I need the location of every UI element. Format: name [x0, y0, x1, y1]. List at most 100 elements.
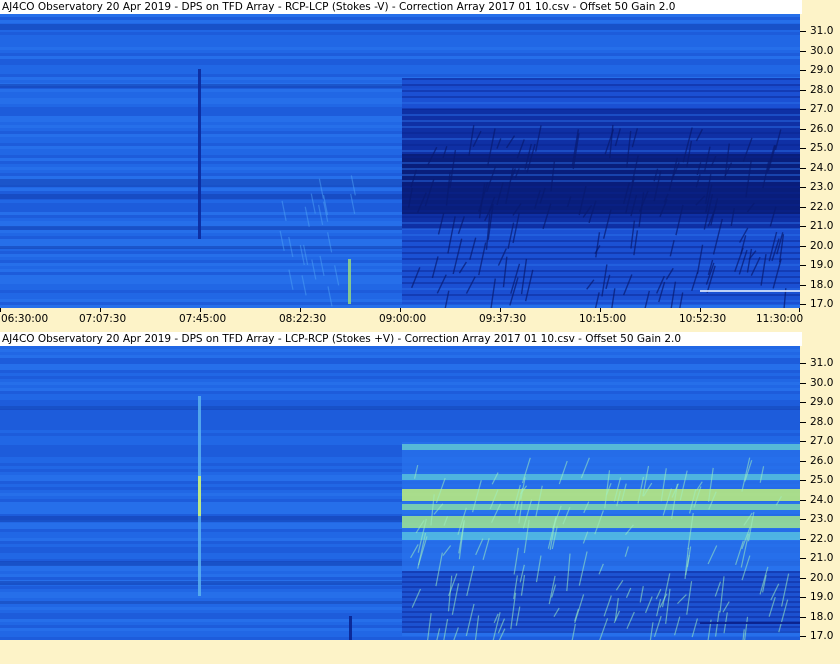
spectro-row: [0, 14, 800, 17]
active-row: [402, 90, 800, 92]
freq-tick: [800, 187, 806, 188]
spectro-row: [0, 403, 800, 406]
freq-label: 25.0: [810, 474, 834, 486]
bottom-spectrogram-image: [0, 346, 800, 640]
spectro-row: [0, 47, 800, 50]
freq-label: 28.0: [810, 83, 834, 96]
active-row: [402, 294, 800, 296]
freq-tick: [800, 363, 806, 364]
spectro-row: [0, 415, 800, 418]
spectro-row: [0, 394, 800, 397]
freq-tick: [800, 109, 806, 110]
time-label: 09:00:00: [379, 313, 427, 325]
bottom-panel-title: AJ4CO Observatory 20 Apr 2019 - DPS on T…: [0, 332, 802, 346]
freq-tick: [800, 206, 806, 208]
top-spectrogram[interactable]: [0, 14, 800, 308]
freq-tick: [800, 70, 806, 71]
freq-tick: [800, 284, 806, 286]
freq-tick: [800, 636, 806, 637]
freq-label: 28.0: [810, 415, 834, 428]
top-panel-title: AJ4CO Observatory 20 Apr 2019 - DPS on T…: [0, 0, 802, 14]
spectro-row: [0, 418, 800, 421]
freq-tick: [800, 558, 806, 559]
spectro-row: [0, 376, 800, 379]
active-bright-band: [402, 444, 800, 450]
spectro-row: [0, 385, 800, 388]
active-row: [402, 126, 800, 128]
freq-label: 18.0: [810, 610, 834, 623]
freq-label: 30.0: [810, 376, 834, 389]
active-row: [402, 96, 800, 98]
spectro-trace: [700, 622, 800, 624]
spectro-row: [0, 17, 800, 20]
spectro-row: [0, 436, 800, 439]
spectro-row: [0, 379, 800, 382]
active-row: [402, 586, 800, 588]
active-row: [402, 601, 800, 603]
active-row: [402, 156, 800, 158]
spectro-trace: [700, 290, 800, 292]
spectro-row: [0, 59, 800, 62]
active-row: [402, 228, 800, 230]
time-label: 06:30:00: [1, 313, 49, 325]
freq-label: 21.0: [810, 220, 834, 232]
freq-tick: [800, 167, 806, 169]
active-row: [402, 204, 800, 206]
active-row: [402, 162, 800, 164]
active-row: [402, 168, 800, 170]
freq-tick: [800, 31, 806, 32]
active-row: [402, 192, 800, 194]
freq-tick: [800, 265, 806, 266]
active-row: [402, 626, 800, 628]
spectro-row: [0, 397, 800, 400]
active-row: [402, 216, 800, 218]
freq-label: 23.0: [810, 181, 834, 193]
active-row: [402, 288, 800, 290]
freq-label: 26.0: [810, 454, 834, 467]
spectro-dark-band: [0, 406, 800, 410]
spectro-row: [0, 71, 800, 74]
active-row: [402, 246, 800, 248]
time-label: 11:30:00: [756, 313, 804, 325]
active-row: [402, 102, 800, 104]
freq-label: 29.0: [810, 64, 834, 76]
freq-label: 27.0: [810, 435, 834, 447]
freq-tick: [800, 148, 806, 149]
time-tick: [700, 308, 701, 312]
active-row: [402, 186, 800, 188]
spectro-vertical-event: [198, 476, 201, 516]
active-bright-band: [402, 489, 800, 501]
active-row: [402, 611, 800, 613]
freq-tick: [800, 597, 806, 598]
freq-tick: [800, 538, 806, 540]
freq-label: 31.0: [810, 357, 834, 369]
spectro-row: [0, 370, 800, 373]
active-row: [402, 114, 800, 116]
freq-label: 18.0: [810, 278, 834, 291]
active-row: [402, 282, 800, 284]
active-row: [402, 198, 800, 200]
spectro-row: [0, 346, 800, 349]
active-row: [402, 180, 800, 182]
time-label: 09:37:30: [479, 313, 527, 325]
spectro-row: [0, 361, 800, 364]
spectro-row: [0, 65, 800, 68]
freq-tick: [800, 480, 806, 481]
freq-label: 24.0: [810, 493, 834, 506]
bottom-spectrogram[interactable]: [0, 346, 800, 640]
active-row: [402, 596, 800, 598]
active-row: [402, 138, 800, 140]
spectro-row: [0, 358, 800, 361]
freq-tick: [800, 577, 806, 579]
time-tick: [799, 308, 800, 312]
freq-label: 27.0: [810, 103, 834, 115]
time-label: 10:52:30: [679, 313, 727, 325]
active-row: [402, 234, 800, 236]
freq-tick: [800, 421, 806, 423]
spectro-row: [0, 382, 800, 385]
spectro-row: [0, 355, 800, 358]
spectro-row: [0, 364, 800, 367]
active-row: [402, 84, 800, 86]
spectro-row: [0, 421, 800, 424]
time-label: 08:22:30: [279, 313, 327, 325]
